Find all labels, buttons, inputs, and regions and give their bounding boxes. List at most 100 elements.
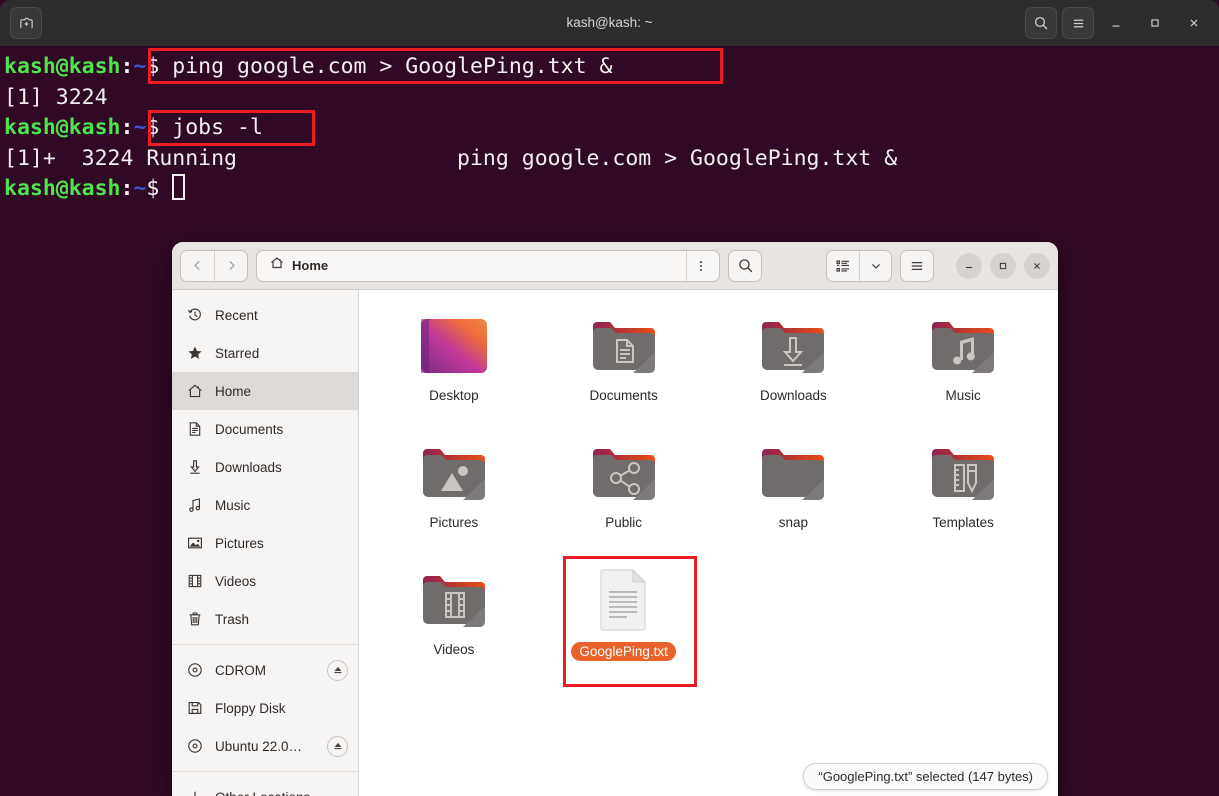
music-note-icon	[186, 497, 203, 514]
folder-document-icon	[592, 322, 655, 373]
sidebar-item-ubuntu-22[interactable]: Ubuntu 22.0…	[172, 727, 358, 765]
text-file-icon	[600, 568, 646, 631]
file-item-downloads[interactable]: Downloads	[709, 304, 879, 431]
sidebar-label: Downloads	[215, 459, 282, 475]
sidebar-label: Documents	[215, 421, 284, 437]
folder-template-icon	[932, 449, 995, 500]
terminal-titlebar: kash@kash: ~	[0, 0, 1219, 46]
home-icon	[269, 255, 285, 276]
sidebar-label: Floppy Disk	[215, 700, 286, 716]
minimize-icon[interactable]	[1099, 6, 1133, 40]
maximize-icon[interactable]	[1138, 6, 1172, 40]
sidebar-label: Other Locations	[215, 790, 348, 796]
prompt-sigil: $	[146, 176, 173, 201]
terminal-command-1: ping google.com > GooglePing.txt &	[172, 54, 613, 79]
file-item-label: Videos	[433, 642, 475, 657]
maximize-icon[interactable]	[990, 252, 1016, 279]
file-item-documents[interactable]: Documents	[539, 304, 709, 431]
status-bar: “GooglePing.txt” selected (147 bytes)	[803, 763, 1048, 790]
terminal-output-line-2: [1]+ 3224 Running ping google.com > Goog…	[4, 145, 898, 171]
minimize-icon[interactable]	[956, 252, 982, 279]
prompt-colon: :	[120, 176, 134, 201]
file-item-music[interactable]: Music	[878, 304, 1048, 431]
file-item-label: Pictures	[429, 515, 479, 530]
sidebar-item-cdrom[interactable]: CDROM	[172, 651, 358, 689]
sidebar-divider	[172, 644, 358, 645]
file-item-templates[interactable]: Templates	[878, 431, 1048, 558]
terminal-cursor	[172, 174, 186, 200]
sidebar-item-pictures[interactable]: Pictures	[172, 524, 358, 562]
chevron-down-icon[interactable]	[859, 250, 891, 281]
sidebar-item-home[interactable]: Home	[172, 372, 358, 410]
folder-video-icon	[422, 576, 485, 627]
close-icon[interactable]	[1024, 252, 1050, 279]
sidebar-item-music[interactable]: Music	[172, 486, 358, 524]
search-icon[interactable]	[1025, 7, 1057, 39]
path-bar[interactable]: Home	[256, 249, 720, 282]
prompt-path: ~	[133, 176, 147, 201]
folder-plain-icon	[762, 449, 825, 500]
eject-icon[interactable]	[327, 735, 348, 757]
sidebar-label: Recent	[215, 307, 258, 323]
plus-icon	[186, 789, 203, 796]
search-icon[interactable]	[728, 249, 762, 282]
sidebar-label: CDROM	[215, 662, 266, 678]
file-item-googleping-txt[interactable]: GooglePing.txt	[539, 558, 709, 685]
desktop-folder-icon	[420, 319, 487, 373]
file-item-label: GooglePing.txt	[571, 642, 676, 661]
list-view-icon[interactable]	[827, 251, 859, 281]
file-item-desktop[interactable]: Desktop	[369, 304, 539, 431]
close-icon[interactable]	[1177, 6, 1211, 40]
image-icon	[186, 535, 203, 552]
disc-icon	[186, 662, 203, 679]
kebab-menu-icon[interactable]	[687, 251, 715, 281]
file-item-pictures[interactable]: Pictures	[369, 431, 539, 558]
sidebar-item-videos[interactable]: Videos	[172, 562, 358, 600]
navigation-buttons	[180, 249, 248, 282]
clock-icon	[186, 307, 203, 324]
prompt-user: kash@kash	[4, 176, 121, 201]
folder-download-icon	[762, 322, 825, 373]
prompt-user: kash@kash	[4, 54, 121, 79]
file-manager-body: Recent Starred Home Documents Downloads …	[172, 290, 1058, 796]
sidebar-item-recent[interactable]: Recent	[172, 296, 358, 334]
file-item-label: Public	[605, 515, 643, 530]
prompt-user: kash@kash	[4, 115, 121, 140]
sidebar-label: Home	[215, 383, 252, 399]
sidebar-item-trash[interactable]: Trash	[172, 600, 358, 638]
folder-image-icon	[422, 449, 485, 500]
sidebar-item-floppy-disk[interactable]: Floppy Disk	[172, 689, 358, 727]
document-icon	[186, 421, 203, 438]
prompt-path: ~	[133, 115, 147, 140]
sidebar-item-documents[interactable]: Documents	[172, 410, 358, 448]
disc-icon	[186, 738, 203, 755]
floppy-icon	[186, 700, 203, 717]
file-item-snap[interactable]: snap	[709, 431, 879, 558]
home-icon	[186, 383, 203, 400]
file-manager-content[interactable]: Desktop Documents Downloads Music Pictur…	[359, 290, 1058, 796]
folder-music-icon	[932, 322, 995, 373]
chevron-right-icon[interactable]	[214, 250, 247, 281]
sidebar-label: Ubuntu 22.0…	[215, 738, 303, 754]
file-item-public[interactable]: Public	[539, 431, 709, 558]
sidebar-label: Music	[215, 497, 251, 513]
hamburger-menu-icon[interactable]	[900, 249, 934, 282]
sidebar-label: Pictures	[215, 535, 264, 551]
file-item-label: Documents	[589, 388, 658, 403]
sidebar-item-other-locations[interactable]: Other Locations	[172, 778, 358, 796]
terminal-output-line-1: [1] 3224	[4, 84, 108, 110]
folder-share-icon	[592, 449, 655, 500]
sidebar-item-starred[interactable]: Starred	[172, 334, 358, 372]
sidebar-item-downloads[interactable]: Downloads	[172, 448, 358, 486]
file-item-videos[interactable]: Videos	[369, 558, 539, 685]
star-icon	[186, 345, 203, 362]
chevron-left-icon[interactable]	[181, 251, 214, 281]
hamburger-menu-icon[interactable]	[1062, 7, 1094, 39]
breadcrumb-home[interactable]: Home	[261, 253, 336, 279]
file-manager-headerbar: Home	[172, 242, 1058, 290]
sidebar-label: Trash	[215, 611, 250, 627]
icon-grid: Desktop Documents Downloads Music Pictur…	[369, 304, 1048, 685]
eject-icon[interactable]	[327, 659, 348, 681]
file-manager-window: Home Recent Starred Home Documents Downl…	[172, 242, 1058, 796]
terminal-command-2: jobs -l	[172, 115, 263, 140]
